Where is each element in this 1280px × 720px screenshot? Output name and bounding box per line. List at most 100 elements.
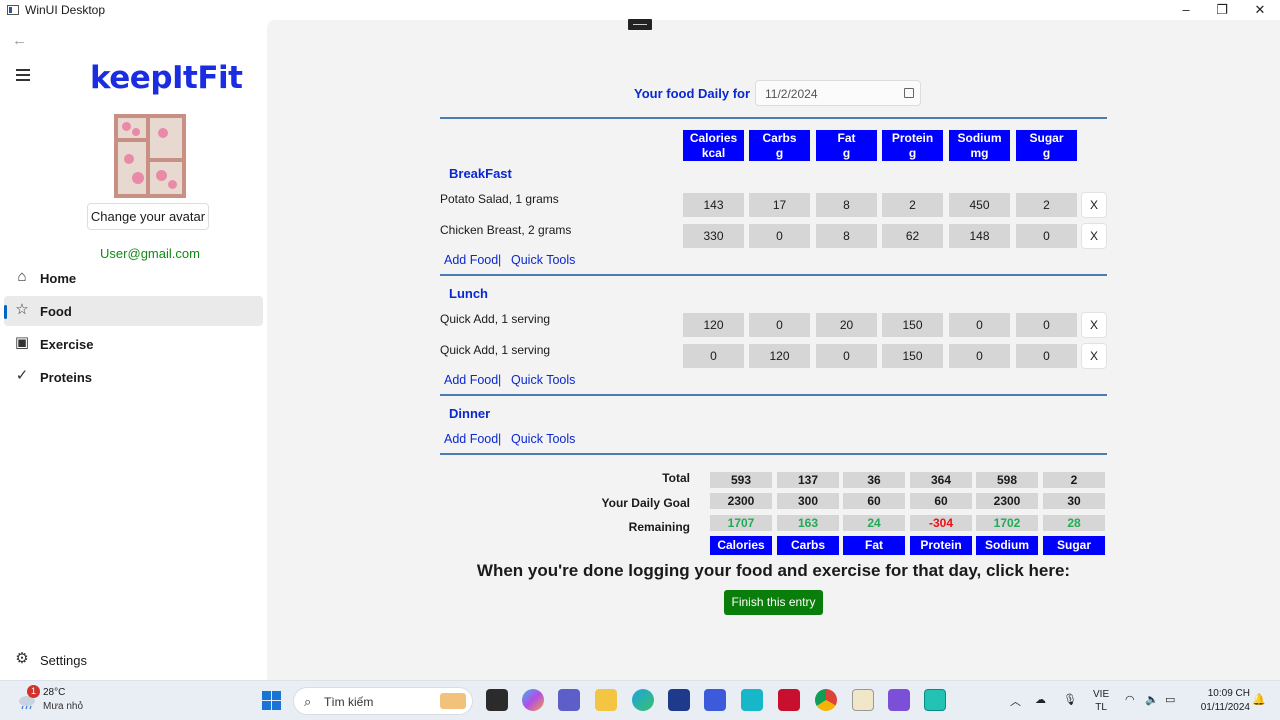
chevron-up-icon[interactable]: ︿: [1010, 693, 1021, 709]
store-icon[interactable]: [668, 689, 690, 711]
food-item-value: 0: [1016, 224, 1077, 248]
back-arrow-icon[interactable]: ←: [12, 32, 27, 49]
food-item-value: 0: [1016, 313, 1077, 337]
taskbar-clock[interactable]: 10:09 CH 01/11/2024: [1186, 687, 1250, 715]
food-item-name: Quick Add, 1 serving: [440, 312, 551, 326]
nav-item-label: Food: [40, 304, 72, 319]
column-header-fat: Fat g: [816, 130, 877, 161]
mcafee-icon[interactable]: [778, 689, 800, 711]
nav-item-label: Settings: [40, 653, 87, 668]
meal-title-breakfast: BreakFast: [449, 166, 512, 181]
food-item-value: 150: [882, 313, 943, 337]
food-item-name: Quick Add, 1 serving: [440, 343, 551, 357]
goal-value: 60: [843, 493, 905, 509]
chrome-icon[interactable]: [815, 689, 837, 711]
remaining-value: 24: [843, 515, 905, 531]
nav-item-label: Proteins: [40, 370, 93, 385]
notification-badge: 1: [27, 685, 40, 698]
quick-tools-link-breakfast[interactable]: Quick Tools: [511, 253, 575, 267]
summary-footer-carbs: Carbs: [777, 536, 839, 555]
nav-item-home[interactable]: ⌂ Home: [4, 263, 263, 293]
app-cyan-icon[interactable]: [741, 689, 763, 711]
goal-value: 300: [777, 493, 839, 509]
add-food-link-lunch[interactable]: Add Food: [444, 373, 498, 387]
food-item-value: 450: [949, 193, 1010, 217]
food-item-value: 120: [749, 344, 810, 368]
edge-icon[interactable]: [632, 689, 654, 711]
finish-entry-button[interactable]: Finish this entry: [724, 590, 823, 615]
nav-item-exercise[interactable]: ▣ Exercise: [4, 329, 263, 359]
column-header-sugar: Sugar g: [1016, 130, 1077, 161]
window-title: WinUI Desktop: [25, 3, 106, 17]
notification-bell-icon[interactable]: 🔔: [1252, 693, 1266, 706]
remove-food-button[interactable]: X: [1081, 192, 1107, 218]
search-placeholder: Tìm kiếm: [324, 695, 374, 709]
remaining-label: Remaining: [628, 520, 690, 534]
divider: [440, 274, 1107, 276]
total-value: 364: [910, 472, 972, 488]
windows-start-icon[interactable]: [262, 691, 281, 710]
summary-footer-calories: Calories: [710, 536, 772, 555]
remove-food-button[interactable]: X: [1081, 343, 1107, 369]
winui-app-icon[interactable]: [924, 689, 946, 711]
exercise-icon: ▣: [14, 334, 30, 351]
taskbar-search[interactable]: ⌕ Tìm kiếm: [293, 687, 473, 715]
nav-item-settings[interactable]: ⚙ Settings: [4, 645, 263, 675]
onedrive-icon[interactable]: ☁: [1035, 693, 1046, 706]
food-item-name: Potato Salad, 1 grams: [440, 192, 559, 206]
remove-food-button[interactable]: X: [1081, 223, 1107, 249]
weather-temperature: 28°C: [43, 687, 66, 698]
teams-icon[interactable]: [558, 689, 580, 711]
wifi-icon[interactable]: ◠: [1125, 693, 1135, 706]
summary-footer-sugar: Sugar: [1043, 536, 1105, 555]
remove-food-button[interactable]: X: [1081, 312, 1107, 338]
hamburger-menu-icon[interactable]: [16, 69, 30, 84]
total-value: 2: [1043, 472, 1105, 488]
clock-date: 01/11/2024: [1200, 702, 1250, 713]
nav-item-label: Exercise: [40, 337, 94, 352]
dev-app-icon[interactable]: [704, 689, 726, 711]
minimize-button[interactable]: –: [1169, 0, 1203, 20]
total-label: Total: [662, 471, 690, 485]
add-food-link-dinner[interactable]: Add Food: [444, 432, 498, 446]
finish-instruction: When you're done logging your food and e…: [476, 561, 1071, 580]
microphone-icon[interactable]: 🎙: [1063, 693, 1077, 706]
nav-item-label: Home: [40, 271, 77, 286]
total-value: 137: [777, 472, 839, 488]
app-logo: keepItFit: [90, 60, 243, 96]
remaining-value: 163: [777, 515, 839, 531]
quick-tools-link-lunch[interactable]: Quick Tools: [511, 373, 575, 387]
date-picker[interactable]: 11/2/2024: [755, 80, 921, 106]
notepad-icon[interactable]: [852, 689, 874, 711]
nav-item-proteins[interactable]: ✓ Proteins: [4, 362, 263, 392]
language-indicator[interactable]: VIE TL: [1093, 688, 1109, 714]
summary-footer-protein: Protein: [910, 536, 972, 555]
divider: [440, 117, 1107, 119]
total-value: 598: [976, 472, 1038, 488]
change-avatar-button[interactable]: Change your avatar: [87, 203, 209, 230]
divider: [440, 394, 1107, 396]
food-item-value: 0: [816, 344, 877, 368]
summary-footer-fat: Fat: [843, 536, 905, 555]
maximize-button[interactable]: ❐: [1205, 0, 1239, 20]
remaining-value: -304: [910, 515, 972, 531]
task-view-icon[interactable]: [486, 689, 508, 711]
column-header-carbs: Carbs g: [749, 130, 810, 161]
quick-tools-link-dinner[interactable]: Quick Tools: [511, 432, 575, 446]
file-explorer-icon[interactable]: [595, 689, 617, 711]
nav-item-food[interactable]: ☆ Food: [4, 296, 263, 326]
close-window-button[interactable]: ✕: [1243, 0, 1277, 20]
add-food-link-breakfast[interactable]: Add Food: [444, 253, 498, 267]
drag-handle[interactable]: [628, 19, 652, 30]
food-item-value: 8: [816, 224, 877, 248]
food-item-value: 0: [949, 344, 1010, 368]
battery-icon[interactable]: ▭: [1165, 693, 1175, 706]
copilot-icon[interactable]: [522, 689, 544, 711]
home-icon: ⌂: [17, 268, 27, 285]
column-header-sodium: Sodium mg: [949, 130, 1010, 161]
checkmark-icon: ✓: [15, 367, 29, 384]
visual-studio-icon[interactable]: [888, 689, 910, 711]
column-header-protein: Protein g: [882, 130, 943, 161]
date-label: Your food Daily for: [634, 86, 751, 101]
volume-icon[interactable]: 🔈: [1145, 693, 1159, 706]
